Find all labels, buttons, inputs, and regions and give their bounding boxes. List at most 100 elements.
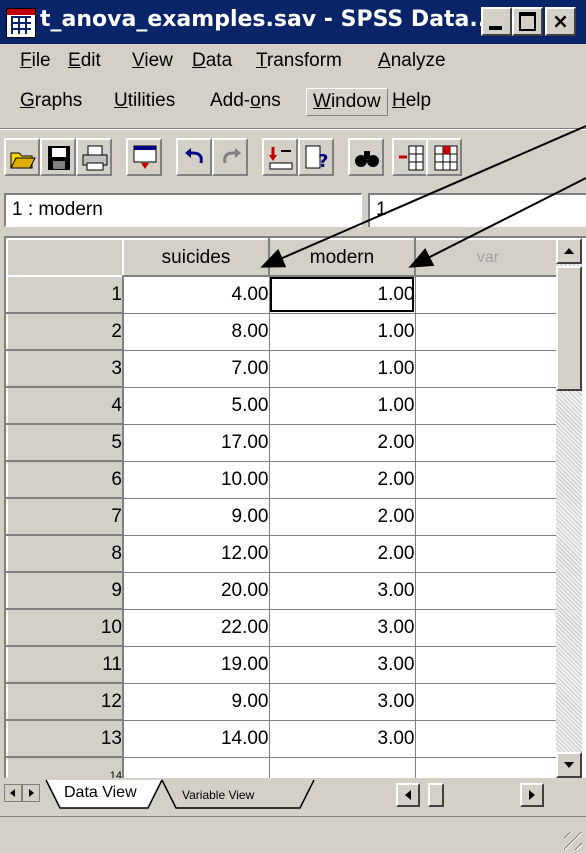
goto-case-button[interactable] bbox=[262, 138, 298, 176]
cell-var[interactable] bbox=[415, 720, 562, 758]
cell-suicides[interactable]: 5.00 bbox=[123, 387, 270, 425]
cell-var[interactable] bbox=[415, 498, 562, 536]
print-button[interactable] bbox=[76, 138, 112, 176]
grid-corner[interactable] bbox=[6, 238, 124, 277]
row-header[interactable]: 5 bbox=[6, 423, 124, 462]
column-header-var[interactable]: var bbox=[414, 238, 562, 277]
cell-modern[interactable]: 2.00 bbox=[269, 535, 416, 573]
tab-data-view[interactable]: Data View bbox=[64, 784, 137, 802]
cell-modern[interactable]: 3.00 bbox=[269, 720, 416, 758]
cell-modern[interactable]: 3.00 bbox=[269, 609, 416, 647]
cell-suicides[interactable]: 7.00 bbox=[123, 350, 270, 388]
cell-suicides[interactable]: 17.00 bbox=[123, 424, 270, 462]
menu-analyze[interactable]: Analyze bbox=[372, 48, 452, 74]
column-header-suicides[interactable]: suicides bbox=[122, 238, 270, 277]
resize-grip-icon[interactable] bbox=[564, 832, 582, 850]
horizontal-scrollbar[interactable] bbox=[382, 783, 552, 807]
tab-variable-view[interactable]: Variable View bbox=[182, 788, 254, 802]
recall-dialog-button[interactable] bbox=[126, 138, 162, 176]
menu-edit[interactable]: Edit bbox=[62, 48, 107, 74]
cell-modern[interactable]: 1.00 bbox=[269, 313, 416, 351]
cell-suicides[interactable]: 9.00 bbox=[123, 498, 270, 536]
cell-suicides[interactable]: 10.00 bbox=[123, 461, 270, 499]
menu-data[interactable]: Data bbox=[186, 48, 238, 74]
row-header[interactable]: 8 bbox=[6, 534, 124, 573]
menu-window[interactable]: Window bbox=[306, 88, 388, 116]
variables-button[interactable]: ? bbox=[298, 138, 334, 176]
cell-var[interactable] bbox=[415, 387, 562, 425]
cell-var[interactable] bbox=[415, 276, 562, 314]
cell-var[interactable] bbox=[415, 535, 562, 573]
menu-transform[interactable]: Transform bbox=[250, 48, 348, 74]
cell-modern[interactable]: 1.00 bbox=[269, 387, 416, 425]
cell-suicides[interactable]: 19.00 bbox=[123, 646, 270, 684]
find-button[interactable] bbox=[348, 138, 384, 176]
open-button[interactable] bbox=[4, 138, 40, 176]
row-header[interactable]: 7 bbox=[6, 497, 124, 536]
cell-suicides[interactable]: 20.00 bbox=[123, 572, 270, 610]
cell-var[interactable] bbox=[415, 350, 562, 388]
menu-addons[interactable]: Add-ons bbox=[204, 88, 287, 114]
cell-value-input[interactable]: 1 bbox=[368, 193, 586, 227]
cell-var[interactable] bbox=[415, 609, 562, 647]
cell-modern[interactable]: 2.00 bbox=[269, 461, 416, 499]
row-header[interactable]: 1 bbox=[6, 275, 124, 314]
cell-empty[interactable] bbox=[415, 757, 562, 778]
cell-var[interactable] bbox=[415, 646, 562, 684]
scroll-down-button[interactable] bbox=[556, 752, 582, 778]
horizontal-scroll-thumb[interactable] bbox=[428, 783, 444, 807]
cell-modern[interactable]: 2.00 bbox=[269, 424, 416, 462]
row-header[interactable]: 10 bbox=[6, 608, 124, 647]
vertical-scrollbar[interactable] bbox=[556, 238, 582, 778]
close-button[interactable]: × bbox=[545, 7, 576, 36]
menu-file[interactable]: File bbox=[14, 48, 57, 74]
cell-var[interactable] bbox=[415, 683, 562, 721]
cell-var[interactable] bbox=[415, 572, 562, 610]
row-header[interactable]: 13 bbox=[6, 719, 124, 758]
menu-utilities[interactable]: Utilities bbox=[108, 88, 181, 114]
cell-empty[interactable] bbox=[123, 757, 270, 778]
row-header[interactable]: 3 bbox=[6, 349, 124, 388]
title-bar[interactable]: t_anova_examples.sav - SPSS Data... × bbox=[0, 0, 586, 44]
spreadsheet-app-icon[interactable] bbox=[6, 8, 36, 38]
cell-modern[interactable]: 3.00 bbox=[269, 572, 416, 610]
row-header[interactable]: 9 bbox=[6, 571, 124, 610]
cell-suicides[interactable]: 12.00 bbox=[123, 535, 270, 573]
column-header-modern[interactable]: modern bbox=[268, 238, 416, 277]
menu-graphs[interactable]: Graphs bbox=[14, 88, 88, 114]
row-header[interactable]: 12 bbox=[6, 682, 124, 721]
menu-view[interactable]: View bbox=[126, 48, 179, 74]
cell-modern[interactable]: 1.00 bbox=[269, 350, 416, 388]
row-header[interactable]: 14 bbox=[6, 756, 124, 778]
cell-suicides[interactable]: 9.00 bbox=[123, 683, 270, 721]
insert-variable-button[interactable] bbox=[426, 138, 462, 176]
row-header[interactable]: 2 bbox=[6, 312, 124, 351]
undo-button[interactable] bbox=[176, 138, 212, 176]
hscroll-left-button[interactable] bbox=[396, 783, 420, 807]
cell-var[interactable] bbox=[415, 461, 562, 499]
save-button[interactable] bbox=[40, 138, 76, 176]
cell-name-box[interactable]: 1 : modern bbox=[4, 193, 362, 227]
cell-suicides[interactable]: 22.00 bbox=[123, 609, 270, 647]
cell-var[interactable] bbox=[415, 424, 562, 462]
hscroll-right-button[interactable] bbox=[520, 783, 544, 807]
scroll-up-button[interactable] bbox=[556, 238, 582, 264]
vertical-scroll-thumb[interactable] bbox=[556, 266, 582, 391]
cell-modern[interactable]: 2.00 bbox=[269, 498, 416, 536]
row-header[interactable]: 6 bbox=[6, 460, 124, 499]
cell-suicides[interactable]: 8.00 bbox=[123, 313, 270, 351]
cell-modern[interactable]: 3.00 bbox=[269, 646, 416, 684]
minimize-button[interactable] bbox=[481, 7, 512, 36]
cell-modern[interactable]: 1.00 bbox=[269, 276, 416, 314]
maximize-button[interactable] bbox=[512, 7, 543, 36]
cell-suicides[interactable]: 4.00 bbox=[123, 276, 270, 314]
cell-var[interactable] bbox=[415, 313, 562, 351]
cell-empty[interactable] bbox=[269, 757, 416, 778]
cell-modern[interactable]: 3.00 bbox=[269, 683, 416, 721]
row-header[interactable]: 4 bbox=[6, 386, 124, 425]
row-header[interactable]: 11 bbox=[6, 645, 124, 684]
cell-suicides[interactable]: 14.00 bbox=[123, 720, 270, 758]
redo-button[interactable] bbox=[212, 138, 248, 176]
menu-help[interactable]: Help bbox=[386, 88, 437, 114]
insert-case-button[interactable] bbox=[392, 138, 428, 176]
